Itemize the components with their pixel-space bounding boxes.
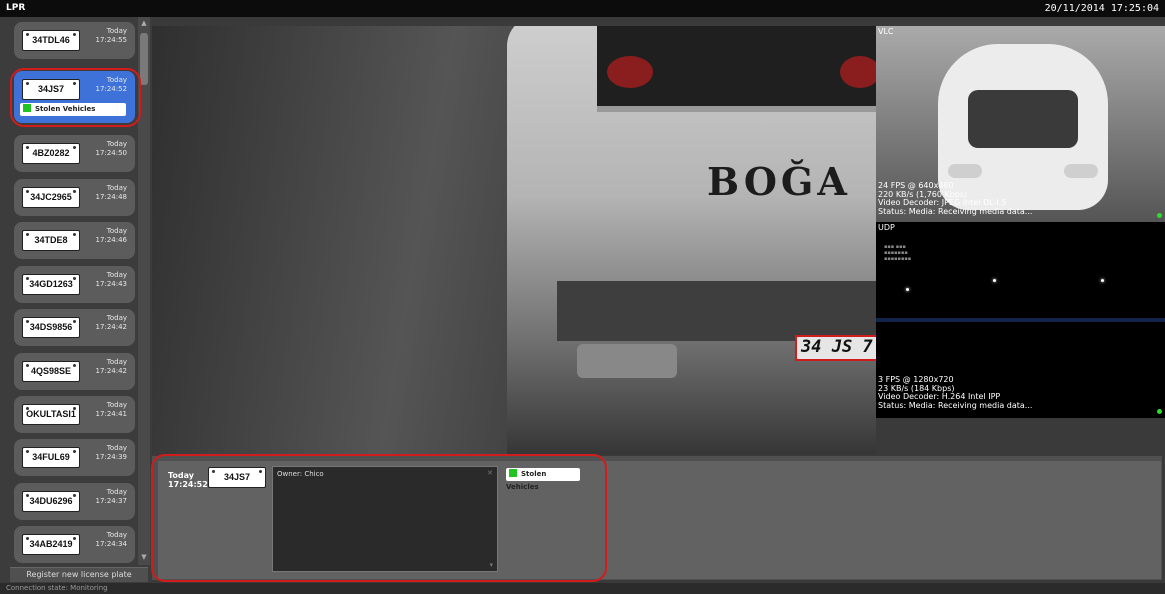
camera-label: UDP: [878, 223, 895, 232]
card-time: 17:24:39: [95, 453, 127, 461]
card-time: 17:24:42: [95, 323, 127, 331]
night-horizon: [876, 318, 1165, 322]
plate-image: 34JC2965: [22, 187, 80, 208]
plate-image: 34AB2419: [22, 534, 80, 555]
scroll-thumb[interactable]: [140, 33, 148, 85]
detail-highlight-ring: [151, 454, 607, 582]
plate-card[interactable]: 34TDL46 Today 17:24:55: [14, 22, 135, 59]
clock: 20/11/2014 17:25:04: [1044, 3, 1159, 14]
detection-detail-panel: Today 17:24:52 34JS7 Owner: Chico ✕ ▾ St…: [151, 454, 1162, 582]
card-time: 17:24:37: [95, 497, 127, 505]
scroll-down-icon[interactable]: ▼: [138, 553, 150, 563]
card-time: 17:24:41: [95, 410, 127, 418]
plate-card[interactable]: 34TDE8 Today 17:24:46: [14, 222, 135, 259]
card-day: Today: [106, 444, 127, 452]
card-time: 17:24:48: [95, 193, 127, 201]
plate-card[interactable]: 34DU6296 Today 17:24:37: [14, 483, 135, 520]
plate-card[interactable]: 4BZ0282 Today 17:24:50: [14, 135, 135, 172]
title-bar: LPR 20/11/2014 17:25:04: [0, 0, 1165, 17]
car-headlight-left: [948, 164, 982, 178]
camera-stats: 3 FPS @ 1280x720 23 KB/s (184 Kbps) Vide…: [878, 375, 1033, 410]
online-status-icon: [1157, 213, 1162, 218]
plate-image: 34DU6296: [22, 491, 80, 512]
card-day: Today: [106, 401, 127, 409]
online-status-icon: [1157, 409, 1162, 414]
plate-list-sidebar: ▲ ▼ 34TDL46 Today 17:24:55 34JS7 Today 1…: [0, 17, 152, 583]
stat-line: Status: Media: Receiving media data...: [878, 400, 1033, 410]
card-day: Today: [106, 271, 127, 279]
plate-card[interactable]: 34GD1263 Today 17:24:43: [14, 266, 135, 303]
plate-image: 34TDL46: [22, 30, 80, 51]
camera-tile-udp[interactable]: UDP ▪▪▪ ▪▪▪ ▪▪▪▪▪▪▪ ▪▪▪▪▪▪▪▪ 3 FPS @ 1280x…: [876, 222, 1165, 418]
cab-seat-right: [840, 56, 876, 88]
camera-label: VLC: [878, 27, 894, 36]
scroll-up-icon[interactable]: ▲: [138, 19, 150, 29]
card-day: Today: [106, 227, 127, 235]
plate-image: 34TDE8: [22, 230, 80, 251]
card-time: 17:24:46: [95, 236, 127, 244]
stat-line: Status: Media: Receiving media data...: [878, 206, 1033, 216]
card-time: 17:24:50: [95, 149, 127, 157]
plate-image: 34DS9856: [22, 317, 80, 338]
street-light: [1101, 279, 1104, 282]
status-bar: Connection state: Monitoring: [0, 583, 1165, 594]
video-overlay-text: ▪▪▪ ▪▪▪ ▪▪▪▪▪▪▪ ▪▪▪▪▪▪▪▪: [884, 244, 912, 262]
car-windshield: [968, 90, 1078, 148]
street-light: [993, 279, 996, 282]
cab-seat-left: [607, 56, 653, 88]
card-day: Today: [106, 358, 127, 366]
camera-stats: 24 FPS @ 640x480 220 KB/s (1,760 Kbps) V…: [878, 181, 1033, 216]
plate-image: 34FUL69: [22, 447, 80, 468]
card-time: 17:24:55: [95, 36, 127, 44]
card-day: Today: [106, 314, 127, 322]
card-day: Today: [106, 140, 127, 148]
camera-tile-vlc[interactable]: VLC 24 FPS @ 640x480 220 KB/s (1,760 Kbp…: [876, 26, 1165, 222]
plate-card[interactable]: 34DS9856 Today 17:24:42: [14, 309, 135, 346]
card-time: 17:24:43: [95, 280, 127, 288]
selection-highlight-ring: [10, 68, 141, 127]
car-headlight-right: [1064, 164, 1098, 178]
card-day: Today: [106, 531, 127, 539]
detected-plate-box: 34 JS 7: [795, 335, 876, 361]
truck-grille: [557, 281, 876, 341]
card-day: Today: [106, 27, 127, 35]
card-time: 17:24:42: [95, 367, 127, 375]
plate-image: 4QS98SE: [22, 361, 80, 382]
card-day: Today: [106, 184, 127, 192]
plate-card[interactable]: OKULTASI1 Today 17:24:41: [14, 396, 135, 433]
truck-headlamp: [577, 344, 677, 378]
register-plate-button[interactable]: Register new license plate: [10, 567, 148, 582]
card-day: Today: [106, 488, 127, 496]
card-time: 17:24:34: [95, 540, 127, 548]
truck-brand-text: BOĞA: [707, 159, 851, 204]
street-light: [906, 288, 909, 291]
plate-card[interactable]: 4QS98SE Today 17:24:42: [14, 353, 135, 390]
plate-card[interactable]: 34AB2419 Today 17:24:34: [14, 526, 135, 563]
app-title: LPR: [6, 3, 26, 13]
main-camera-view: BOĞA 34 JS 7: [152, 26, 876, 454]
plate-card[interactable]: 34FUL69 Today 17:24:39: [14, 439, 135, 476]
plate-image: OKULTASI1: [22, 404, 80, 425]
plate-image: 34GD1263: [22, 274, 80, 295]
plate-card[interactable]: 34JC2965 Today 17:24:48: [14, 179, 135, 216]
plate-image: 4BZ0282: [22, 143, 80, 164]
